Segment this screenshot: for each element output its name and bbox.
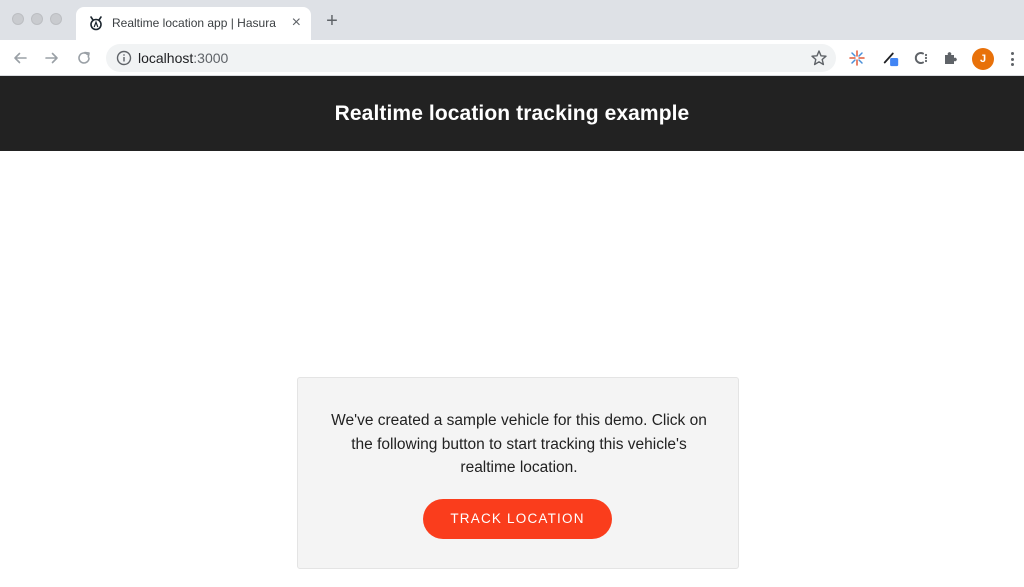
url-host: localhost <box>138 50 194 66</box>
browser-menu-icon[interactable] <box>1008 50 1016 68</box>
tab-close-icon[interactable]: × <box>292 13 301 33</box>
browser-toolbar: localhost:3000 <box>0 40 1024 76</box>
window-minimize-icon[interactable] <box>31 13 43 25</box>
bookmark-star-icon[interactable] <box>810 49 828 67</box>
extension-picker-icon[interactable] <box>882 49 900 67</box>
tab-title: Realtime location app | Hasura <box>112 16 276 30</box>
window-zoom-icon[interactable] <box>50 13 62 25</box>
browser-tab-active[interactable]: Realtime location app | Hasura × <box>76 7 311 40</box>
window-close-icon[interactable] <box>12 13 24 25</box>
hasura-logo-icon <box>88 15 104 31</box>
address-url[interactable]: localhost:3000 <box>138 50 228 66</box>
extension-c-icon[interactable] <box>912 49 930 67</box>
url-port: :3000 <box>193 50 229 66</box>
extensions-puzzle-icon[interactable] <box>942 49 960 67</box>
back-icon[interactable] <box>9 47 31 69</box>
address-bar[interactable]: localhost:3000 <box>106 44 836 72</box>
browser-tabstrip: Realtime location app | Hasura × + <box>0 0 1024 40</box>
site-info-icon[interactable] <box>116 50 132 66</box>
card-message: We've created a sample vehicle for this … <box>331 412 707 476</box>
track-location-button[interactable]: TRACK LOCATION <box>423 499 612 539</box>
profile-avatar[interactable]: J <box>972 48 994 70</box>
track-vehicle-card: We've created a sample vehicle for this … <box>297 377 739 569</box>
forward-icon[interactable] <box>41 47 63 69</box>
app-header: Realtime location tracking example <box>0 76 1024 151</box>
new-tab-icon[interactable]: + <box>322 11 342 31</box>
reload-icon[interactable] <box>73 47 95 69</box>
extension-asterisk-icon[interactable] <box>848 49 866 67</box>
page-title: Realtime location tracking example <box>334 101 690 125</box>
